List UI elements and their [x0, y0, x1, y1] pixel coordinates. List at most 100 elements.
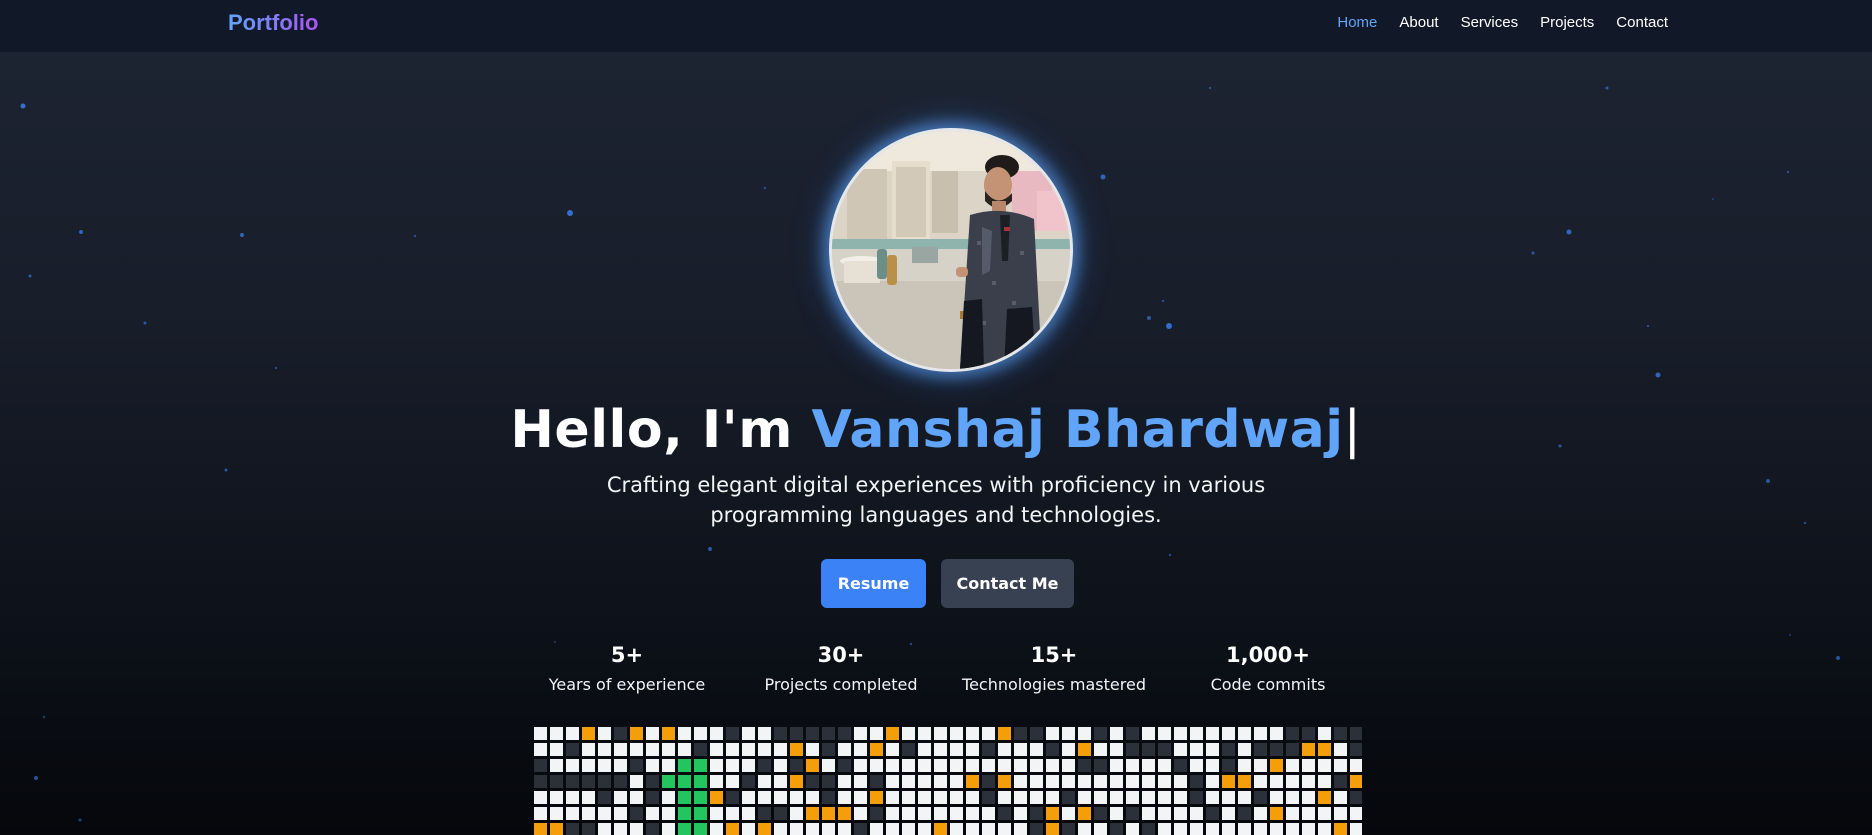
contribution-cell — [1014, 807, 1027, 820]
contribution-cell — [1222, 727, 1235, 740]
contribution-cell — [822, 823, 835, 835]
contribution-cell — [710, 743, 723, 756]
contribution-cell — [1222, 823, 1235, 835]
contribution-cell — [918, 759, 931, 772]
contribution-cell — [1318, 727, 1331, 740]
contribution-cell — [1110, 727, 1123, 740]
contribution-cell — [966, 791, 979, 804]
contribution-cell — [774, 791, 787, 804]
contribution-cell — [630, 775, 643, 788]
contribution-cell — [1286, 775, 1299, 788]
contribution-cell — [1046, 727, 1059, 740]
contribution-cell — [838, 791, 851, 804]
contribution-cell — [998, 743, 1011, 756]
contribution-cell — [790, 791, 803, 804]
contribution-cell — [854, 743, 867, 756]
contact-me-button[interactable]: Contact Me — [941, 559, 1074, 608]
contribution-cell — [854, 807, 867, 820]
stat-value: 1,000+ — [1225, 643, 1311, 667]
contribution-cell — [710, 823, 723, 835]
contribution-cell — [742, 791, 755, 804]
contribution-cell — [614, 791, 627, 804]
nav-link-contact[interactable]: Contact — [1616, 14, 1668, 31]
contribution-cell — [550, 775, 563, 788]
contribution-cell — [1078, 743, 1091, 756]
contribution-cell — [1174, 823, 1187, 835]
contribution-cell — [838, 759, 851, 772]
contribution-cell — [726, 743, 739, 756]
contribution-cell — [662, 759, 675, 772]
contribution-cell — [982, 823, 995, 835]
contribution-cell — [982, 743, 995, 756]
contribution-cell — [870, 807, 883, 820]
contribution-cell — [1350, 759, 1362, 772]
nav-link-home[interactable]: Home — [1337, 14, 1377, 31]
contribution-cell — [1318, 775, 1331, 788]
contribution-cell — [1334, 775, 1347, 788]
contribution-cell — [950, 775, 963, 788]
contribution-cell — [1094, 743, 1107, 756]
contribution-cell — [582, 727, 595, 740]
contribution-cell — [918, 823, 931, 835]
contribution-cell — [1110, 743, 1123, 756]
contribution-cell — [582, 743, 595, 756]
contribution-cell — [1286, 791, 1299, 804]
contribution-cell — [822, 807, 835, 820]
contribution-cell — [710, 791, 723, 804]
contribution-cell — [1270, 727, 1283, 740]
contribution-cell — [822, 743, 835, 756]
contribution-cell — [582, 791, 595, 804]
stat-label: Technologies mastered — [962, 675, 1146, 694]
contribution-cell — [1190, 759, 1203, 772]
contribution-cell — [1062, 775, 1075, 788]
contribution-cell — [662, 823, 675, 835]
contribution-cell — [854, 775, 867, 788]
contribution-cell — [918, 807, 931, 820]
contribution-cell — [806, 727, 819, 740]
contribution-cell — [1302, 759, 1315, 772]
contribution-cell — [1270, 807, 1283, 820]
contribution-cell — [774, 743, 787, 756]
nav-link-projects[interactable]: Projects — [1540, 14, 1594, 31]
contribution-cell — [646, 791, 659, 804]
contribution-cell — [966, 807, 979, 820]
contribution-cell — [774, 807, 787, 820]
stat-technologies: 15+ Technologies mastered — [944, 640, 1164, 698]
contribution-cell — [614, 759, 627, 772]
stat-experience: 5+ Years of experience — [517, 640, 737, 698]
resume-button[interactable]: Resume — [821, 559, 926, 608]
contribution-grid — [534, 727, 1362, 835]
stat-value: 30+ — [817, 643, 865, 667]
logo[interactable]: Portfolio — [228, 10, 318, 36]
contribution-cell — [758, 807, 771, 820]
contribution-cell — [854, 727, 867, 740]
contribution-cell — [534, 727, 547, 740]
contribution-cell — [1014, 823, 1027, 835]
contribution-cell — [886, 791, 899, 804]
contribution-cell — [646, 727, 659, 740]
contribution-cell — [1030, 791, 1043, 804]
contribution-cell — [966, 775, 979, 788]
contribution-cell — [1334, 823, 1347, 835]
contribution-cell — [694, 743, 707, 756]
contribution-cell — [678, 807, 691, 820]
contribution-cell — [822, 775, 835, 788]
contribution-cell — [998, 807, 1011, 820]
contribution-cell — [1174, 791, 1187, 804]
contribution-cell — [758, 759, 771, 772]
contribution-cell — [822, 727, 835, 740]
contribution-cell — [742, 775, 755, 788]
contribution-cell — [1142, 727, 1155, 740]
contribution-cell — [566, 775, 579, 788]
profile-avatar — [829, 128, 1073, 372]
nav-link-services[interactable]: Services — [1461, 14, 1519, 31]
contribution-cell — [1302, 727, 1315, 740]
contribution-cell — [1334, 759, 1347, 772]
nav-link-about[interactable]: About — [1399, 14, 1438, 31]
contribution-cell — [982, 807, 995, 820]
contribution-cell — [1174, 775, 1187, 788]
contribution-cell — [694, 727, 707, 740]
contribution-cell — [1158, 727, 1171, 740]
contribution-cell — [774, 775, 787, 788]
contribution-cell — [934, 743, 947, 756]
